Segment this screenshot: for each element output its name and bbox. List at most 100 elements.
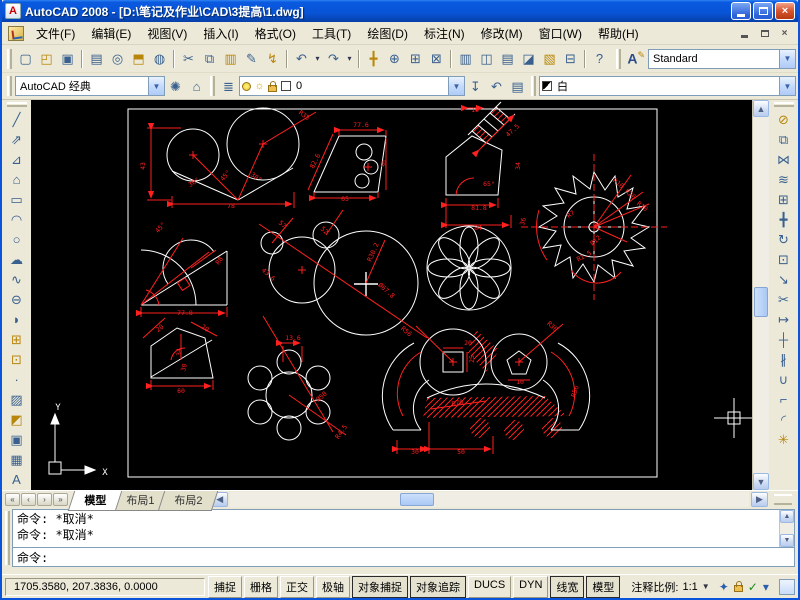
menu-insert[interactable]: 插入(I) [195,22,246,45]
vertical-scroll-thumb[interactable] [754,287,768,317]
scale-tool[interactable]: ⊡ [773,249,795,269]
cut-button[interactable]: ✂ [178,48,199,69]
toggle-lineweight[interactable]: 线宽 [550,576,584,598]
explode-tool[interactable]: ✳ [773,429,795,449]
extend-tool[interactable]: ↦ [773,309,795,329]
toolbar-grip[interactable] [7,102,27,107]
offset-tool[interactable]: ≋ [773,169,795,189]
scroll-up-icon[interactable]: ▲ [753,100,769,117]
layer-states-button[interactable]: ▤ [507,76,528,97]
mdi-close-button[interactable]: × [776,26,793,41]
plot-preview-button[interactable]: ◎ [107,48,128,69]
layer-freeze-sun-icon[interactable]: ☼ [253,80,266,93]
plot-button[interactable]: ▤ [86,48,107,69]
menu-modify[interactable]: 修改(M) [473,22,531,45]
menu-window[interactable]: 窗口(W) [531,22,590,45]
text-style-icon[interactable]: A✎ [627,50,645,67]
ellipse-tool[interactable]: ⊖ [6,289,28,309]
splitter-grip[interactable] [774,494,792,505]
zoom-window-button[interactable]: ⊞ [405,48,426,69]
command-history[interactable]: 命令: *取消*命令: *取消* ▲ ▼ [12,509,795,548]
toggle-osnap[interactable]: 对象捕捉 [352,576,408,598]
drawing-canvas[interactable]: 437830°45°30°R3577.682.665301647.565°348… [31,100,752,490]
menu-help[interactable]: 帮助(H) [590,22,647,45]
vertical-scrollbar[interactable]: ▲ ▼ [752,100,769,490]
menu-view[interactable]: 视图(V) [139,22,195,45]
minimize-button[interactable] [731,2,751,20]
tool-palettes-button[interactable]: ▤ [497,48,518,69]
command-scrollbar[interactable]: ▲ ▼ [779,510,794,547]
zoom-previous-button[interactable]: ⊠ [426,48,447,69]
region-tool[interactable]: ▣ [6,429,28,449]
make-block-tool[interactable]: ⊡ [6,349,28,369]
mdi-restore-button[interactable] [756,26,773,41]
menu-tools[interactable]: 工具(T) [304,22,359,45]
layer-combo[interactable]: ☼ 0 ▼ [239,76,465,96]
toolbar-grip[interactable] [774,102,794,107]
menu-dimension[interactable]: 标注(N) [416,22,473,45]
arc-tool[interactable]: ◠ [6,209,28,229]
multiline-text-tool[interactable]: A [6,469,28,489]
toolbar-grip[interactable] [531,76,536,96]
stretch-tool[interactable]: ↘ [773,269,795,289]
text-style-combo[interactable]: Standard ▼ [648,49,796,69]
coordinate-readout[interactable]: 1705.3580, 207.3836, 0.0000 [5,578,205,596]
quickcalc-button[interactable]: ⊟ [560,48,581,69]
break-tool[interactable]: ∦ [773,349,795,369]
toggle-ortho[interactable]: 正交 [280,576,314,598]
layer-properties-button[interactable]: ≣ [218,76,239,97]
command-window-grip[interactable] [5,511,10,565]
mdi-minimize-button[interactable] [736,26,753,41]
open-button[interactable]: ◰ [36,48,57,69]
revision-cloud-tool[interactable]: ☁ [6,249,28,269]
horizontal-scroll-thumb[interactable] [400,493,434,506]
scroll-up-icon[interactable]: ▲ [780,510,794,523]
chevron-down-icon[interactable]: ▼ [448,77,464,95]
pan-button[interactable]: ╋ [363,48,384,69]
designcenter-button[interactable]: ◫ [476,48,497,69]
undo-dropdown[interactable]: ▾ [312,48,323,69]
toggle-otrack[interactable]: 对象追踪 [410,576,466,598]
next-tab-button[interactable]: › [37,493,52,506]
menu-format[interactable]: 格式(O) [247,22,304,45]
tab-model[interactable]: 模型 [68,491,122,511]
layer-color-swatch[interactable] [279,80,292,93]
line-tool[interactable]: ╱ [6,109,28,129]
toolbar-grip[interactable] [7,76,12,96]
toolbar-grip[interactable] [210,76,215,96]
toggle-snap[interactable]: 捕捉 [208,576,242,598]
color-combo[interactable]: 白 ▼ [539,76,796,96]
restore-button[interactable] [753,2,773,20]
tab-layout2[interactable]: 布局2 [158,491,219,511]
first-tab-button[interactable]: « [5,493,20,506]
prev-tab-button[interactable]: ‹ [21,493,36,506]
chevron-down-icon[interactable]: ▼ [702,582,710,591]
scroll-down-icon[interactable]: ▼ [753,473,769,490]
clean-screen-button[interactable] [779,579,795,595]
table-tool[interactable]: ▦ [6,449,28,469]
markup-button[interactable]: ▧ [539,48,560,69]
chamfer-tool[interactable]: ⌐ [773,389,795,409]
circle-tool[interactable]: ○ [6,229,28,249]
properties-button[interactable]: ▥ [455,48,476,69]
zoom-realtime-button[interactable]: ⊕ [384,48,405,69]
point-tool[interactable]: ∙ [6,369,28,389]
erase-tool[interactable]: ⊘ [773,109,795,129]
move-tool[interactable]: ╋ [773,209,795,229]
spline-tool[interactable]: ∿ [6,269,28,289]
toggle-dyn[interactable]: DYN [513,576,548,598]
cad-drawing[interactable]: 437830°45°30°R3577.682.665301647.565°348… [31,100,752,490]
gradient-tool[interactable]: ◩ [6,409,28,429]
toolbar-grip[interactable] [7,49,12,69]
autoscale-lock-icon[interactable] [734,585,743,592]
construction-line-tool[interactable]: ⇗ [6,129,28,149]
close-button[interactable]: × [775,2,795,20]
menu-draw[interactable]: 绘图(D) [359,22,416,45]
mirror-tool[interactable]: ⋈ [773,149,795,169]
join-tool[interactable]: ∪ [773,369,795,389]
copy-button[interactable]: ⧉ [199,48,220,69]
horizontal-scrollbar[interactable]: ◀ ▶ [209,491,798,507]
my-workspace-button[interactable]: ⌂ [186,76,207,97]
help-button[interactable]: ? [589,48,610,69]
menu-file[interactable]: 文件(F) [28,22,83,45]
